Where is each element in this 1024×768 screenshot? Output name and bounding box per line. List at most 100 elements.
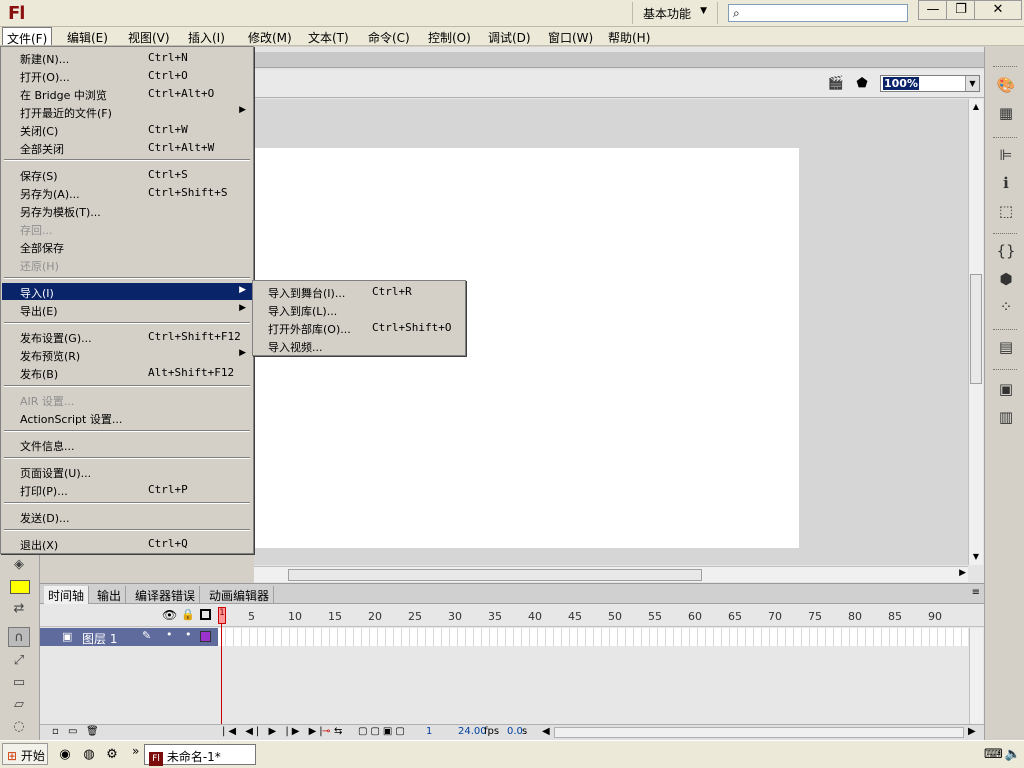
browser-icon[interactable]: ◍: [80, 746, 98, 764]
menu-item-import-to-library[interactable]: 导入到库(L)...: [254, 301, 464, 318]
menu-item-open[interactable]: 打开(O)... Ctrl+O: [2, 67, 252, 84]
menu-item-save-all[interactable]: 全部保存: [2, 238, 252, 255]
menu-commands[interactable]: 命令(C): [364, 27, 414, 45]
playhead[interactable]: 1: [218, 607, 226, 737]
delete-layer-icon[interactable]: 🗑: [86, 726, 99, 737]
panel-grip[interactable]: [993, 66, 1017, 69]
info-icon[interactable]: ℹ: [995, 173, 1017, 193]
playback-controls[interactable]: |◀ ◀| ▶ |▶ ▶|: [222, 726, 326, 737]
menu-item-publish[interactable]: 发布(B) Alt+Shift+F12: [2, 364, 252, 381]
stage-vertical-scrollbar[interactable]: ▲ ▼: [968, 99, 983, 565]
tab-motion-editor[interactable]: 动画编辑器: [205, 586, 275, 604]
menu-debug[interactable]: 调试(D): [484, 27, 535, 45]
menu-item-import-video[interactable]: 导入视频...: [254, 337, 464, 354]
menu-insert[interactable]: 插入(I): [184, 27, 229, 45]
scroll-left-icon[interactable]: ◀: [542, 726, 550, 737]
menu-item-print[interactable]: 打印(P)... Ctrl+P: [2, 481, 252, 498]
quicklaunch-more[interactable]: »: [132, 744, 139, 758]
start-button[interactable]: ⊞ 开始: [2, 743, 48, 765]
menu-item-save-as-template[interactable]: 另存为模板(T)...: [2, 202, 252, 219]
panel-grip[interactable]: [993, 329, 1017, 332]
minimize-button[interactable]: —: [918, 0, 948, 20]
scroll-down-icon[interactable]: ▼: [970, 551, 982, 563]
swap-colors-icon[interactable]: ⇄: [8, 599, 30, 619]
loop-icon[interactable]: ⇆: [334, 726, 342, 737]
lock-dot[interactable]: •: [185, 628, 192, 641]
rotate-icon[interactable]: ▱: [8, 695, 30, 715]
scroll-up-icon[interactable]: ▲: [970, 101, 982, 113]
properties-icon[interactable]: ▣: [995, 379, 1017, 399]
menu-window[interactable]: 窗口(W): [544, 27, 597, 45]
layer-color-swatch[interactable]: [200, 631, 211, 642]
menu-file[interactable]: 文件(F): [2, 27, 53, 46]
menu-text[interactable]: 文本(T): [304, 27, 353, 45]
straighten-icon[interactable]: ▭: [8, 673, 30, 693]
close-button[interactable]: ✕: [974, 0, 1022, 20]
outline-icon[interactable]: [200, 609, 211, 620]
snap-magnet-icon[interactable]: ∩: [8, 627, 30, 647]
volume-icon[interactable]: 🔈: [1004, 746, 1022, 764]
fps-value[interactable]: 24.00: [458, 726, 487, 737]
align-icon[interactable]: ⊫: [995, 145, 1017, 165]
onion-skin-icons[interactable]: ▢▢▣▢: [358, 726, 408, 737]
menu-item-save[interactable]: 保存(S) Ctrl+S: [2, 166, 252, 183]
menu-item-page-setup[interactable]: 页面设置(U)...: [2, 463, 252, 480]
lock-icon[interactable]: 🔒: [181, 608, 195, 621]
layer-row[interactable]: ▣ 图层 1 ✎ • •: [40, 628, 984, 646]
menu-item-import[interactable]: 导入(I) ▶: [2, 283, 252, 300]
panel-grip[interactable]: [993, 233, 1017, 236]
menu-control[interactable]: 控制(O): [424, 27, 475, 45]
restore-button[interactable]: ❐: [946, 0, 976, 20]
scroll-right-icon[interactable]: ▶: [968, 726, 976, 737]
taskbar-flash-window[interactable]: Fl 未命名-1*: [144, 744, 256, 766]
menu-item-actionscript-settings[interactable]: ActionScript 设置...: [2, 409, 252, 426]
edit-scene-icon[interactable]: 🎬: [826, 76, 846, 92]
eye-icon[interactable]: 👁: [162, 608, 177, 622]
menu-item-export[interactable]: 导出(E) ▶: [2, 301, 252, 318]
menu-item-open-external-library[interactable]: 打开外部库(O)... Ctrl+Shift+O: [254, 319, 464, 336]
edit-symbols-icon[interactable]: ⬟: [852, 76, 872, 92]
tab-compiler-errors[interactable]: 编译器错误: [131, 586, 201, 604]
menu-item-browse-bridge[interactable]: 在 Bridge 中浏览 Ctrl+Alt+O: [2, 85, 252, 102]
tab-output[interactable]: 输出: [93, 586, 127, 604]
center-frame-icon[interactable]: ⊸: [322, 726, 330, 737]
menu-item-close-all[interactable]: 全部关闭 Ctrl+Alt+W: [2, 139, 252, 156]
timeline-horizontal-scrollbar[interactable]: [554, 727, 964, 738]
paint-bucket-icon[interactable]: ◈: [8, 555, 30, 575]
workspace-switcher[interactable]: 基本功能 ▼: [632, 2, 718, 24]
panel-menu-icon[interactable]: ≡: [972, 587, 980, 598]
swatches-icon[interactable]: ▦: [995, 103, 1017, 123]
frame-cells[interactable]: [218, 628, 968, 646]
zoom-select[interactable]: 100% ▼: [880, 75, 980, 92]
menu-item-exit[interactable]: 退出(X) Ctrl+Q: [2, 535, 252, 552]
menu-edit[interactable]: 编辑(E): [63, 27, 112, 45]
components-icon[interactable]: ⬢: [995, 269, 1017, 289]
panel-grip[interactable]: [993, 369, 1017, 372]
scroll-right-icon[interactable]: ▶: [959, 568, 966, 578]
new-folder-icon[interactable]: ▭: [68, 726, 77, 737]
menu-item-new[interactable]: 新建(N)... Ctrl+N: [2, 49, 252, 66]
library-icon[interactable]: ▥: [995, 407, 1017, 427]
tab-timeline[interactable]: 时间轴: [44, 586, 90, 604]
timeline-vertical-scrollbar[interactable]: [969, 628, 983, 724]
actions-icon[interactable]: {}: [995, 241, 1017, 261]
chrome-icon[interactable]: ◉: [56, 746, 74, 764]
stage-horizontal-scrollbar[interactable]: ▶: [254, 566, 968, 582]
scroll-thumb[interactable]: [970, 274, 982, 384]
project-icon[interactable]: ▤: [995, 337, 1017, 357]
menu-item-save-as[interactable]: 另存为(A)... Ctrl+Shift+S: [2, 184, 252, 201]
layer-name-cell[interactable]: ▣ 图层 1 ✎ • •: [40, 628, 218, 646]
color-palette-icon[interactable]: 🎨: [995, 75, 1017, 95]
menu-help[interactable]: 帮助(H): [604, 27, 654, 45]
menu-item-open-recent[interactable]: 打开最近的文件(F) ▶: [2, 103, 252, 120]
menu-item-file-info[interactable]: 文件信息...: [2, 436, 252, 453]
smooth-icon[interactable]: ⤢: [8, 651, 30, 671]
menu-item-send[interactable]: 发送(D)...: [2, 508, 252, 525]
visibility-dot[interactable]: •: [166, 628, 173, 641]
scroll-thumb[interactable]: [288, 569, 702, 581]
menu-item-close[interactable]: 关闭(C) Ctrl+W: [2, 121, 252, 138]
menu-item-publish-preview[interactable]: 发布预览(R) ▶: [2, 346, 252, 363]
new-layer-icon[interactable]: ▫: [52, 726, 59, 737]
menu-item-import-to-stage[interactable]: 导入到舞台(I)... Ctrl+R: [254, 283, 464, 300]
menu-view[interactable]: 视图(V): [124, 27, 174, 45]
